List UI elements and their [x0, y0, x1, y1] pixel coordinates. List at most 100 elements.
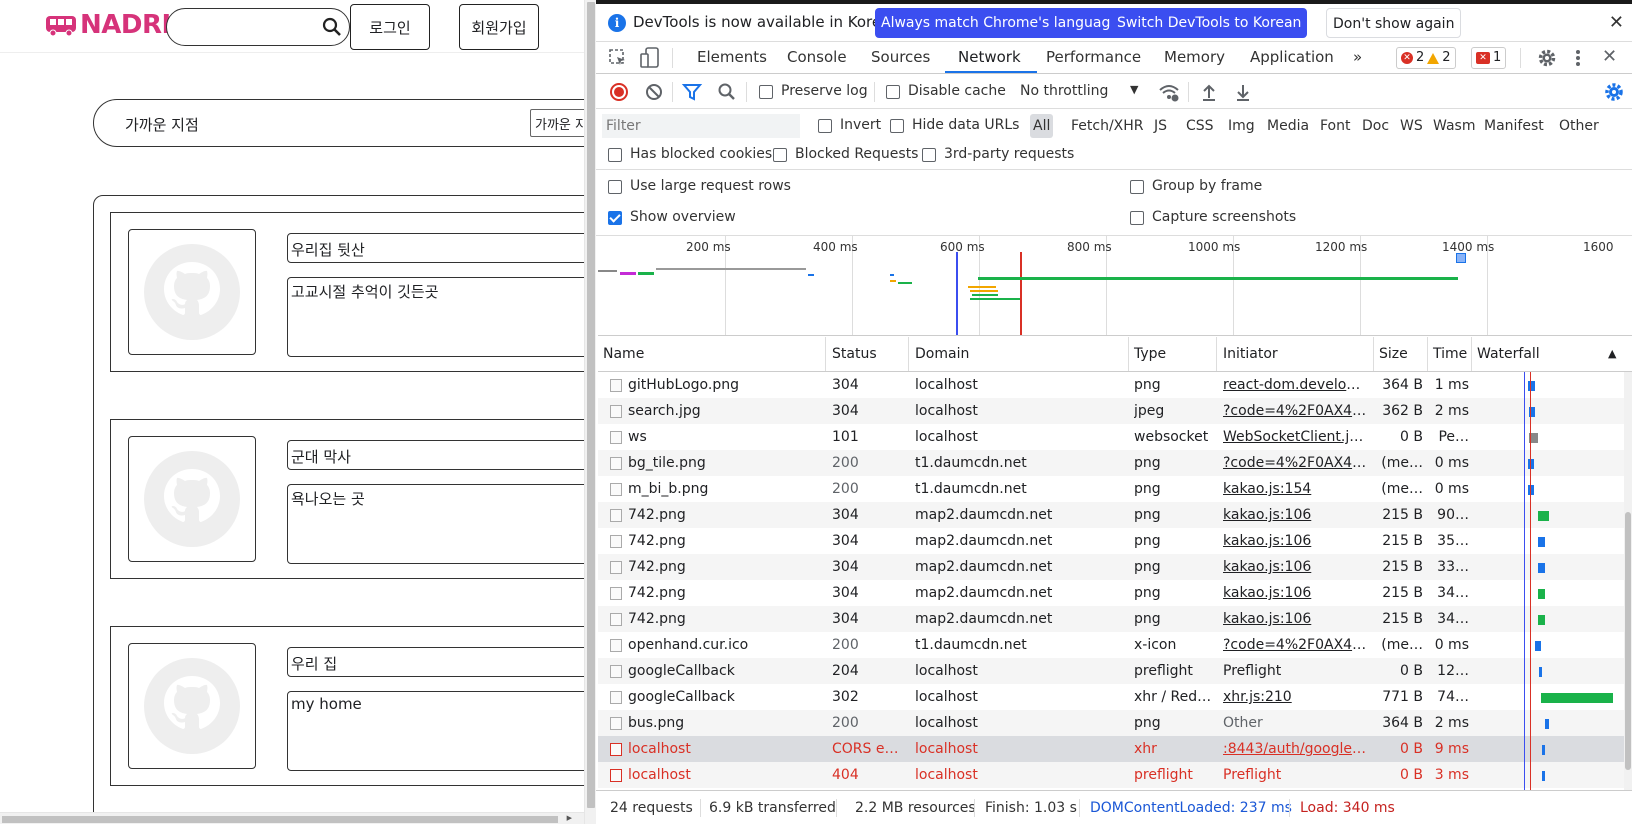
- tab-application[interactable]: Application: [1250, 48, 1334, 66]
- tab-elements[interactable]: Elements: [697, 48, 767, 66]
- filter-input[interactable]: Filter: [602, 114, 800, 138]
- cell-initiator[interactable]: ?code=4%2F0AX4X…: [1223, 637, 1369, 653]
- filter-type-doc[interactable]: Doc: [1359, 114, 1392, 138]
- request-row[interactable]: ws 101 localhost websocket WebSocketClient.j…: [598, 424, 1632, 450]
- hide-data-urls-checkbox[interactable]: [890, 119, 904, 133]
- cell-initiator[interactable]: ?code=4%2F0AX4X…: [1223, 455, 1369, 471]
- network-settings-gear-icon[interactable]: [1603, 81, 1625, 103]
- close-devtools-icon[interactable]: ✕: [1602, 46, 1617, 67]
- import-har-icon[interactable]: [1198, 81, 1220, 103]
- column-type[interactable]: Type: [1134, 346, 1166, 362]
- capture-screenshots-checkbox[interactable]: [1130, 211, 1144, 225]
- page-horizontal-scrollbar[interactable]: ▶: [0, 812, 584, 824]
- column-name[interactable]: Name: [603, 346, 644, 362]
- request-row[interactable]: search.jpg 304 localhost jpeg ?code=4%2F0AX4…: [598, 398, 1632, 424]
- cell-initiator[interactable]: kakao.js:106: [1223, 507, 1369, 523]
- match-language-button[interactable]: Always match Chrome's language: [875, 8, 1125, 38]
- request-row[interactable]: openhand.cur.ico 200 t1.daumcdn.net x-icon?…: [598, 632, 1632, 658]
- tab-network[interactable]: Network: [958, 48, 1021, 66]
- scrollbar-thumb[interactable]: [1625, 512, 1631, 770]
- request-row[interactable]: localhost 404 localhost preflight Preflight 0…: [598, 762, 1632, 788]
- request-row[interactable]: localhost CORS er… localhost xhr:8443/auth/…: [598, 736, 1632, 762]
- scroll-right-icon[interactable]: ▶: [567, 814, 572, 822]
- tab-console[interactable]: Console: [787, 48, 847, 66]
- chevron-down-icon[interactable]: ▼: [1130, 83, 1138, 96]
- settings-gear-icon[interactable]: [1537, 48, 1557, 68]
- more-tabs-icon[interactable]: »: [1353, 48, 1362, 66]
- cell-initiator[interactable]: react-dom.develop…: [1223, 377, 1369, 393]
- scrollbar-thumb[interactable]: [2, 816, 558, 823]
- page-vertical-scrollbar[interactable]: [584, 0, 596, 824]
- cell-initiator[interactable]: kakao.js:106: [1223, 533, 1369, 549]
- request-row[interactable]: bus.png 200 localhost png Other 364 B 2 ms: [598, 710, 1632, 736]
- column-status[interactable]: Status: [832, 346, 877, 362]
- request-row[interactable]: bg_tile.png 200 t1.daumcdn.net png ?code=4%2…: [598, 450, 1632, 476]
- filter-type-manifest[interactable]: Manifest: [1481, 114, 1547, 138]
- cell-initiator[interactable]: kakao.js:106: [1223, 585, 1369, 601]
- close-icon[interactable]: ✕: [1609, 12, 1624, 33]
- blocked-requests-checkbox[interactable]: [773, 148, 787, 162]
- filter-icon[interactable]: [681, 81, 703, 103]
- filter-type-js[interactable]: JS: [1151, 114, 1170, 138]
- filter-type-ws[interactable]: WS: [1397, 114, 1426, 138]
- preserve-log-checkbox[interactable]: [759, 85, 773, 99]
- group-by-frame-checkbox[interactable]: [1130, 180, 1144, 194]
- filter-type-img[interactable]: Img: [1225, 114, 1258, 138]
- column-domain[interactable]: Domain: [915, 346, 969, 362]
- clear-icon[interactable]: [643, 81, 665, 103]
- console-counts-badge[interactable]: ✕ 2 2: [1396, 47, 1456, 69]
- request-row[interactable]: 742.png 304 map2.daumcdn.net png kakao.js:10…: [598, 554, 1632, 580]
- filter-type-other[interactable]: Other: [1556, 114, 1602, 138]
- request-row[interactable]: 742.png 304 map2.daumcdn.net png kakao.js:10…: [598, 502, 1632, 528]
- invert-checkbox[interactable]: [818, 119, 832, 133]
- search-input[interactable]: [166, 8, 350, 46]
- request-row[interactable]: gitHubLogo.png 304 localhost png react-dom.d…: [598, 372, 1632, 398]
- column-initiator[interactable]: Initiator: [1223, 346, 1278, 362]
- request-row[interactable]: 742.png 304 map2.daumcdn.net png kakao.js:10…: [598, 580, 1632, 606]
- nadri-logo[interactable]: NADRI: [44, 10, 171, 40]
- filter-type-fetch-xhr[interactable]: Fetch/XHR: [1068, 114, 1147, 138]
- device-toolbar-icon[interactable]: [640, 47, 660, 69]
- column-size[interactable]: Size: [1379, 346, 1408, 362]
- tab-memory[interactable]: Memory: [1164, 48, 1225, 66]
- has-blocked-cookies-checkbox[interactable]: [608, 148, 622, 162]
- request-row[interactable]: 742.png 304 map2.daumcdn.net png kakao.js:10…: [598, 606, 1632, 632]
- inspect-element-icon[interactable]: [608, 48, 628, 68]
- network-overview-timeline[interactable]: 200 ms 400 ms 600 ms 800 ms 1000 ms 1200…: [598, 236, 1632, 336]
- cell-initiator[interactable]: WebSocketClient.js:16: [1223, 429, 1369, 445]
- request-row[interactable]: 742.png 304 map2.daumcdn.net png kakao.js:10…: [598, 528, 1632, 554]
- table-vertical-scrollbar[interactable]: [1624, 372, 1632, 790]
- nearby-select[interactable]: 가까운 지점: [530, 109, 584, 137]
- place-card[interactable]: 군대 막사 욕나오는 곳: [110, 419, 584, 579]
- kebab-menu-icon[interactable]: [1574, 48, 1582, 68]
- column-waterfall[interactable]: Waterfall: [1477, 346, 1540, 362]
- cell-initiator[interactable]: :8443/auth/googleC…: [1223, 741, 1369, 757]
- place-card[interactable]: 우리집 뒷산 고교시절 추억이 깃든곳: [110, 212, 584, 372]
- cell-initiator[interactable]: kakao.js:154: [1223, 481, 1369, 497]
- export-har-icon[interactable]: [1232, 81, 1254, 103]
- cell-initiator[interactable]: kakao.js:106: [1223, 611, 1369, 627]
- filter-type-font[interactable]: Font: [1317, 114, 1353, 138]
- column-time[interactable]: Time: [1433, 346, 1467, 362]
- large-rows-checkbox[interactable]: [608, 180, 622, 194]
- request-row[interactable]: m_bi_b.png 200 t1.daumcdn.net png kakao.js:1…: [598, 476, 1632, 502]
- filter-type-media[interactable]: Media: [1264, 114, 1312, 138]
- filter-type-wasm[interactable]: Wasm: [1430, 114, 1478, 138]
- issues-badge[interactable]: ✕ 1: [1471, 47, 1507, 69]
- scrollbar-thumb[interactable]: [587, 2, 595, 808]
- disable-cache-checkbox[interactable]: [886, 85, 900, 99]
- show-overview-checkbox[interactable]: [608, 211, 622, 225]
- dont-show-again-button[interactable]: Don't show again: [1326, 8, 1462, 38]
- third-party-checkbox[interactable]: [922, 148, 936, 162]
- cell-initiator[interactable]: kakao.js:106: [1223, 559, 1369, 575]
- place-card[interactable]: 우리 집 my home: [110, 626, 584, 786]
- record-icon[interactable]: [610, 83, 628, 101]
- signup-button[interactable]: 회원가입: [459, 4, 539, 50]
- request-row[interactable]: googleCallback 204 localhost preflight Prefl…: [598, 658, 1632, 684]
- request-row[interactable]: googleCallback 302 localhost xhr / Redi… xhr…: [598, 684, 1632, 710]
- switch-korean-button[interactable]: Switch DevTools to Korean: [1111, 8, 1308, 38]
- tab-sources[interactable]: Sources: [871, 48, 930, 66]
- tab-performance[interactable]: Performance: [1046, 48, 1141, 66]
- search-icon[interactable]: [716, 81, 738, 103]
- login-button[interactable]: 로그인: [350, 4, 430, 50]
